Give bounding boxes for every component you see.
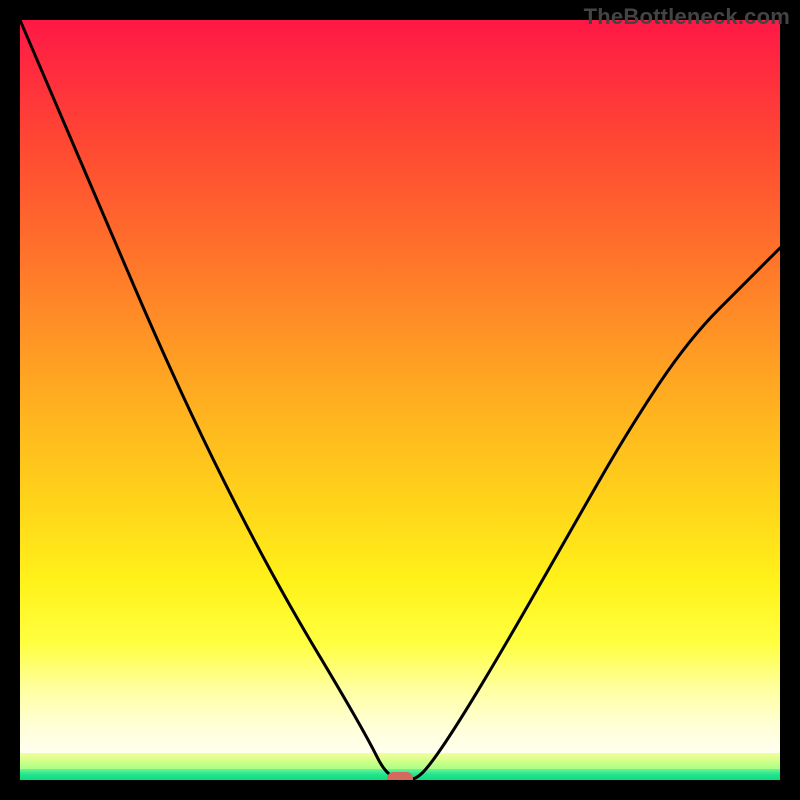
chart-frame: TheBottleneck.com (0, 0, 800, 800)
bottleneck-curve (20, 20, 780, 780)
trough-marker (387, 772, 413, 780)
plot-area (20, 20, 780, 780)
watermark-text: TheBottleneck.com (584, 4, 790, 30)
